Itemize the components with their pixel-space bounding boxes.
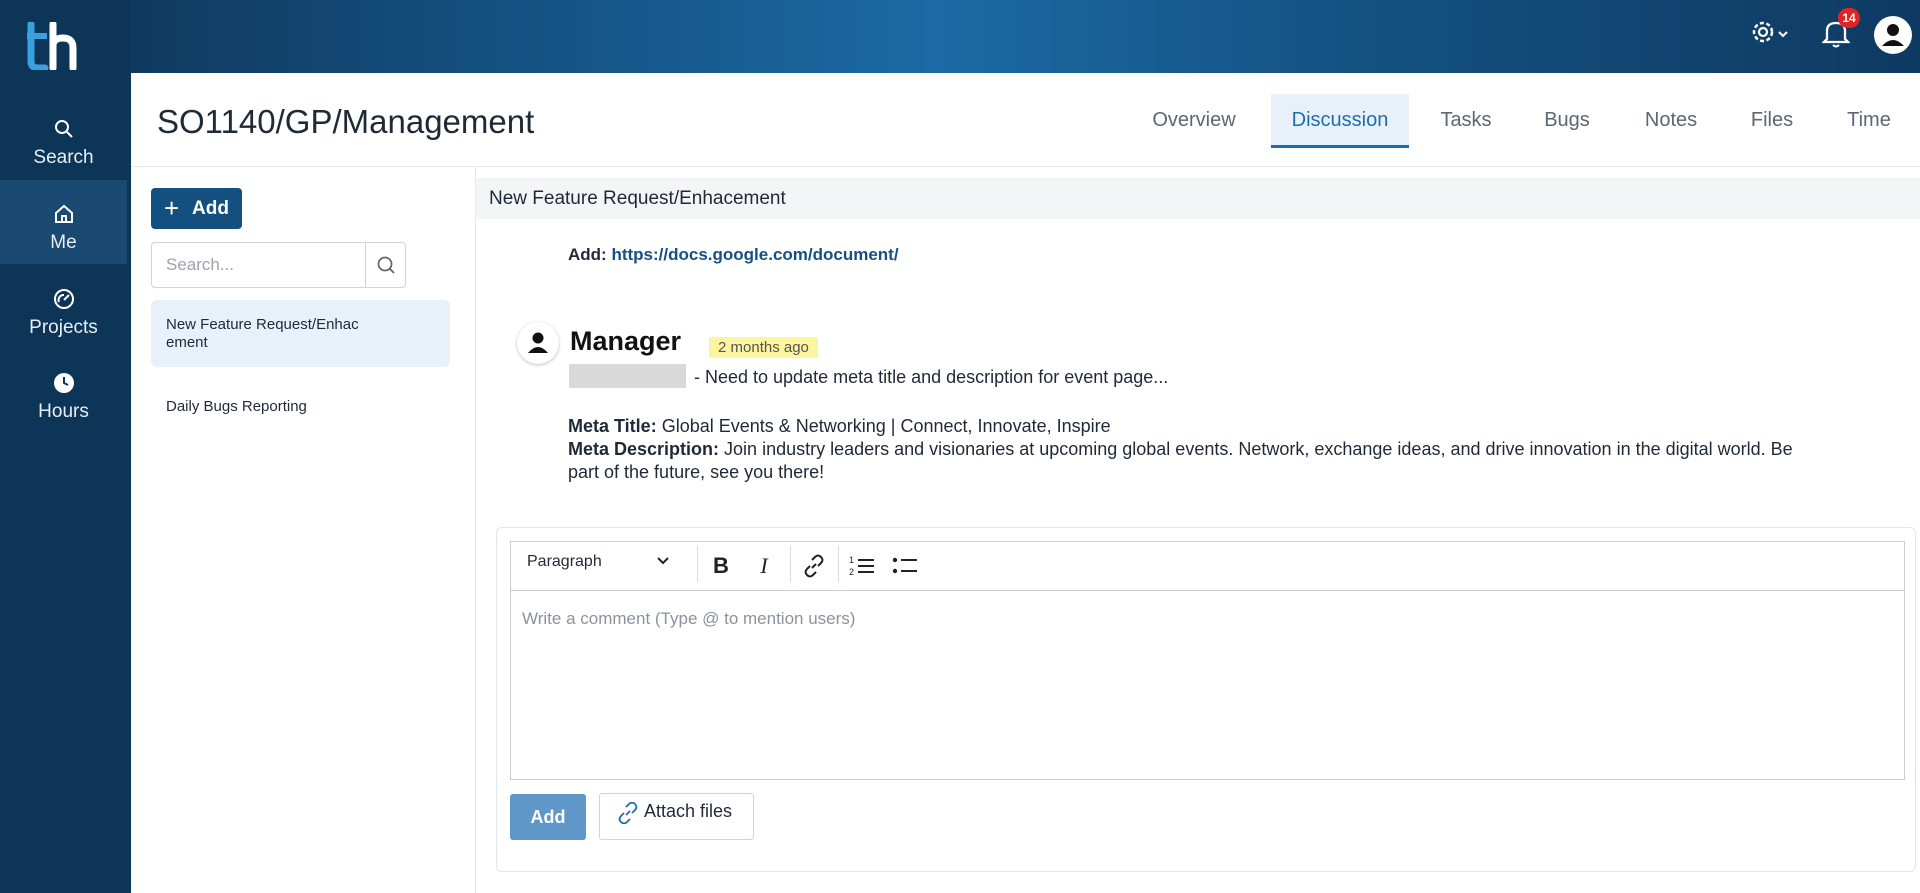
- nav-label-hours: Hours: [38, 401, 89, 422]
- comment-message: - Need to update meta title and descript…: [694, 367, 1169, 387]
- discussion-search-button[interactable]: [365, 242, 406, 288]
- top-bar: [131, 0, 1920, 73]
- settings-menu[interactable]: [1750, 17, 1792, 54]
- comment-input[interactable]: Write a comment (Type @ to mention users…: [510, 590, 1905, 780]
- svg-text:2: 2: [849, 567, 854, 577]
- submit-comment-button[interactable]: Add: [510, 794, 586, 840]
- toolbar-separator: [790, 546, 791, 582]
- bold-button[interactable]: B: [707, 553, 735, 579]
- paragraph-format-select[interactable]: Paragraph: [527, 553, 670, 571]
- user-icon: [528, 332, 548, 353]
- plus-icon: +: [164, 193, 180, 223]
- toolbar-separator: [697, 546, 698, 582]
- toolbar-separator: [838, 546, 839, 582]
- tab-discussion[interactable]: Discussion: [1271, 94, 1409, 148]
- comment-placeholder: Write a comment (Type @ to mention users…: [522, 609, 856, 628]
- bulleted-list-icon: [892, 557, 917, 574]
- bold-icon: B: [713, 553, 729, 578]
- user-avatar-icon: [1874, 16, 1912, 54]
- nav-item-me[interactable]: Me: [0, 180, 127, 264]
- tab-overview[interactable]: Overview: [1136, 94, 1252, 148]
- numbered-list-button[interactable]: 1 2: [848, 553, 876, 579]
- document-link[interactable]: https://docs.google.com/document/: [611, 245, 898, 264]
- add-discussion-button[interactable]: + Add: [151, 188, 242, 229]
- chevron-down-icon: [657, 557, 669, 565]
- tab-time[interactable]: Time: [1833, 94, 1905, 148]
- comment-meta-block: Meta Title: Global Events & Networking |…: [568, 415, 1828, 484]
- discussion-item-title-line2: ement: [166, 334, 208, 351]
- nav-label-me: Me: [50, 232, 77, 253]
- comment-avatar: [517, 322, 559, 364]
- redacted-mention: [569, 364, 686, 388]
- discussion-title: New Feature Request/Enhacement: [476, 178, 1920, 219]
- nav-item-projects[interactable]: Projects: [0, 265, 127, 349]
- discussion-search-input[interactable]: [152, 243, 366, 287]
- discussion-item-title-line1: New Feature Request/Enhac: [166, 316, 359, 333]
- link-line: Add: https://docs.google.com/document/: [568, 245, 899, 265]
- link-prefix: Add:: [568, 245, 607, 264]
- tab-notes[interactable]: Notes: [1627, 94, 1715, 148]
- user-menu[interactable]: [1873, 15, 1913, 60]
- search-icon: [54, 120, 73, 138]
- notification-badge: 14: [1838, 8, 1860, 28]
- sidebar: Search Me Projects Hours: [0, 0, 131, 893]
- bulleted-list-button[interactable]: [891, 553, 919, 579]
- italic-button[interactable]: I: [750, 553, 778, 579]
- nav-item-hours[interactable]: Hours: [0, 349, 127, 433]
- discussion-item-feature-request[interactable]: New Feature Request/Enhac ement: [151, 300, 450, 367]
- svg-text:1: 1: [849, 555, 854, 565]
- tab-bugs[interactable]: Bugs: [1524, 94, 1610, 148]
- nav-label-projects: Projects: [29, 317, 98, 338]
- gear-icon: [1752, 21, 1788, 43]
- search-icon: [377, 256, 395, 274]
- tab-files[interactable]: Files: [1735, 94, 1809, 148]
- comment-timestamp: 2 months ago: [709, 337, 818, 358]
- link-icon: [804, 554, 824, 578]
- meta-title-label: Meta Title:: [568, 416, 657, 436]
- nav-label-search: Search: [33, 147, 94, 168]
- meta-title-value: Global Events & Networking | Connect, In…: [661, 416, 1111, 436]
- comment-author: Manager: [570, 326, 682, 356]
- paperclip-icon: [618, 802, 638, 824]
- discussion-item-daily-bugs[interactable]: Daily Bugs Reporting: [151, 382, 450, 432]
- discussion-search-field[interactable]: [151, 242, 366, 288]
- numbered-list-icon: 1 2: [849, 555, 874, 577]
- page-title: SO1140/GP/Management: [157, 103, 535, 140]
- meta-description-value: Join industry leaders and visionaries at…: [568, 439, 1793, 482]
- link-button[interactable]: [800, 553, 828, 579]
- nav-item-search[interactable]: Search: [0, 95, 127, 179]
- meta-description-label: Meta Description:: [568, 439, 720, 459]
- attach-files-label: Attach files: [644, 801, 733, 821]
- home-icon: [54, 204, 73, 223]
- add-discussion-label: Add: [192, 198, 229, 219]
- app-logo[interactable]: [27, 22, 81, 70]
- tab-tasks[interactable]: Tasks: [1424, 94, 1508, 148]
- paragraph-format-value: Paragraph: [527, 553, 602, 570]
- dashboard-icon: [53, 289, 74, 309]
- clock-icon: [53, 373, 74, 393]
- attach-files-button[interactable]: Attach files: [599, 793, 754, 840]
- italic-icon: I: [760, 553, 768, 578]
- discussion-item-title: Daily Bugs Reporting: [166, 398, 307, 415]
